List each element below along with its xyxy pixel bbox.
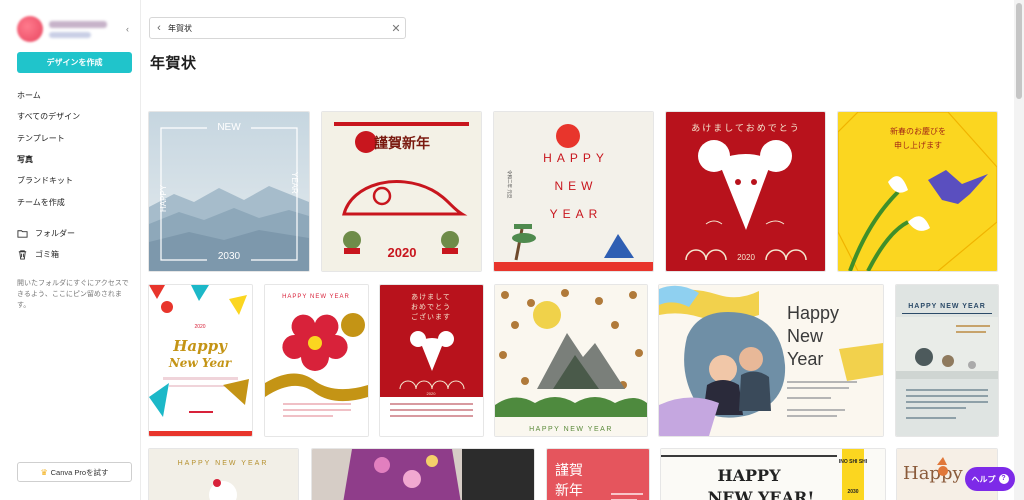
card-artwork: HAPPY NEW YEAR: [149, 449, 298, 500]
template-card[interactable]: HAPPY NEW YEAR: [149, 449, 298, 500]
card-text: あけましておめでとう: [691, 123, 800, 134]
card-artwork: Happy New Year: [659, 285, 883, 436]
folder-icon: [17, 229, 28, 238]
back-arrow-icon[interactable]: ‹: [150, 22, 168, 34]
help-button[interactable]: ヘルプ ?: [965, 467, 1015, 491]
card-text: NEW YEAR!: [708, 488, 815, 500]
card-text: ございます: [411, 312, 451, 321]
card-text: 2020: [388, 245, 417, 260]
trash-icon: [18, 249, 27, 260]
card-text: 令和二年 元旦: [506, 170, 513, 199]
card-text: 新春のお慶びを: [890, 126, 946, 136]
crown-icon: ♛: [40, 467, 48, 477]
card-artwork: 謹賀新年 2020: [322, 112, 481, 271]
template-card[interactable]: 新春のお慶びを 申し上げます: [838, 112, 997, 271]
sidebar-nav: ホーム すべてのデザイン テンプレート 写真 ブランドキット チームを作成: [17, 85, 137, 213]
sidebar-item-photos[interactable]: 写真: [17, 149, 137, 170]
scrollbar[interactable]: [1014, 0, 1024, 500]
template-card[interactable]: 2020 Happy New Year: [149, 285, 252, 436]
card-text: 謹賀新年: [374, 135, 430, 152]
folder-label: フォルダー: [35, 228, 75, 238]
account-name-blurred: [49, 20, 120, 38]
card-text: 謹賀: [555, 463, 583, 479]
template-card[interactable]: あけまして おめでとう ございます 2020: [380, 285, 483, 436]
card-artwork: 2020 Happy New Year: [149, 285, 252, 436]
card-text: HAPPY: [159, 184, 168, 212]
card-text: HAPPY NEW YEAR: [282, 294, 350, 300]
search-input[interactable]: [168, 19, 387, 37]
card-artwork: あけましておめでとう 2020: [666, 112, 825, 271]
sidebar-item-create-team[interactable]: チームを作成: [17, 191, 137, 212]
card-text: Happy: [172, 337, 228, 355]
sidebar-item-templates[interactable]: テンプレート: [17, 128, 137, 149]
card-artwork: HAPPY NEW YEAR: [265, 285, 368, 436]
card-text: 2020: [194, 324, 205, 330]
card-text: HAPPY: [543, 151, 609, 165]
card-text: YEAR: [290, 172, 299, 194]
card-artwork: [312, 449, 534, 500]
create-design-button[interactable]: デザインを作成: [17, 52, 132, 73]
card-text: YEAR: [550, 207, 603, 221]
template-card[interactable]: HAPPY NEW YEAR: [265, 285, 368, 436]
account-switcher[interactable]: ‹: [17, 14, 134, 44]
template-card[interactable]: あけましておめでとう 2020: [666, 112, 825, 271]
sidebar: ‹ デザインを作成 ホーム すべてのデザイン テンプレート 写真 ブランドキット…: [0, 0, 141, 500]
card-text: NEW: [555, 179, 598, 193]
card-text: HAPPY NEW YEAR: [908, 303, 986, 310]
card-text: INO SHI SHI: [839, 459, 868, 465]
card-text: 申し上げます: [894, 140, 942, 150]
card-text: New: [787, 326, 824, 346]
trash-label: ゴミ箱: [35, 249, 59, 259]
sidebar-item-brand-kit[interactable]: ブランドキット: [17, 170, 137, 191]
template-card[interactable]: HAPPY NEW YEAR! INO SHI SHI 2030: [661, 449, 885, 500]
template-card[interactable]: NEW 2030 HAPPY YEAR: [149, 112, 309, 271]
card-text: 新年: [555, 483, 583, 499]
template-card[interactable]: Happy New Year: [659, 285, 883, 436]
page-title: 年賀状: [150, 55, 197, 72]
card-text: HAPPY NEW YEAR: [529, 426, 613, 433]
card-text: HAPPY: [717, 466, 781, 485]
card-artwork: 令和二年 元旦 HAPPY NEW YEAR: [494, 112, 653, 271]
sidebar-item-trash[interactable]: ゴミ箱: [17, 246, 59, 262]
card-text: NEW: [217, 122, 241, 133]
card-artwork: あけまして おめでとう ございます 2020: [380, 285, 483, 436]
question-icon: ?: [998, 474, 1009, 484]
avatar: [17, 16, 43, 42]
pro-button-label: Canva Proを試す: [50, 467, 109, 477]
try-canva-pro-button[interactable]: ♛ Canva Proを試す: [17, 462, 132, 482]
card-text: 2020: [737, 253, 755, 262]
sidebar-item-folder[interactable]: フォルダー: [17, 225, 75, 241]
card-artwork: 新春のお慶びを 申し上げます: [838, 112, 997, 271]
template-card[interactable]: HAPPY NEW YEAR: [495, 285, 647, 436]
template-card[interactable]: [312, 449, 534, 500]
help-label: ヘルプ: [971, 474, 996, 484]
card-text: おめでとう: [411, 303, 451, 311]
card-text: あけまして: [411, 293, 451, 301]
card-text: 2030: [218, 251, 241, 262]
template-card[interactable]: 謹賀 新年: [547, 449, 649, 500]
card-text: HAPPY NEW YEAR: [178, 460, 269, 467]
card-artwork: HAPPY NEW YEAR: [896, 285, 998, 436]
template-card[interactable]: 謹賀新年 2020: [322, 112, 481, 271]
card-text: Happy: [903, 463, 963, 484]
search-bar: ‹ ✕: [149, 17, 406, 39]
card-text: Year: [787, 349, 823, 369]
close-icon[interactable]: ✕: [387, 22, 405, 35]
card-text: New Year: [168, 356, 233, 370]
sidebar-item-all-designs[interactable]: すべてのデザイン: [17, 106, 137, 127]
pin-folder-hint: 開いたフォルダにすぐにアクセスできるよう、ここにピン留めされます。: [17, 280, 129, 309]
card-text: 2020: [427, 391, 437, 396]
card-artwork: HAPPY NEW YEAR: [495, 285, 647, 436]
card-text: Happy: [787, 303, 839, 323]
sidebar-item-home[interactable]: ホーム: [17, 85, 137, 106]
card-text: 2030: [847, 489, 858, 495]
card-artwork: HAPPY NEW YEAR! INO SHI SHI 2030: [661, 449, 885, 500]
scrollbar-thumb[interactable]: [1016, 3, 1022, 99]
chevron-icon: ‹: [126, 24, 129, 34]
card-artwork: NEW 2030 HAPPY YEAR: [149, 112, 309, 271]
template-card[interactable]: 令和二年 元旦 HAPPY NEW YEAR: [494, 112, 653, 271]
template-card[interactable]: HAPPY NEW YEAR: [896, 285, 998, 436]
card-artwork: 謹賀 新年: [547, 449, 649, 500]
